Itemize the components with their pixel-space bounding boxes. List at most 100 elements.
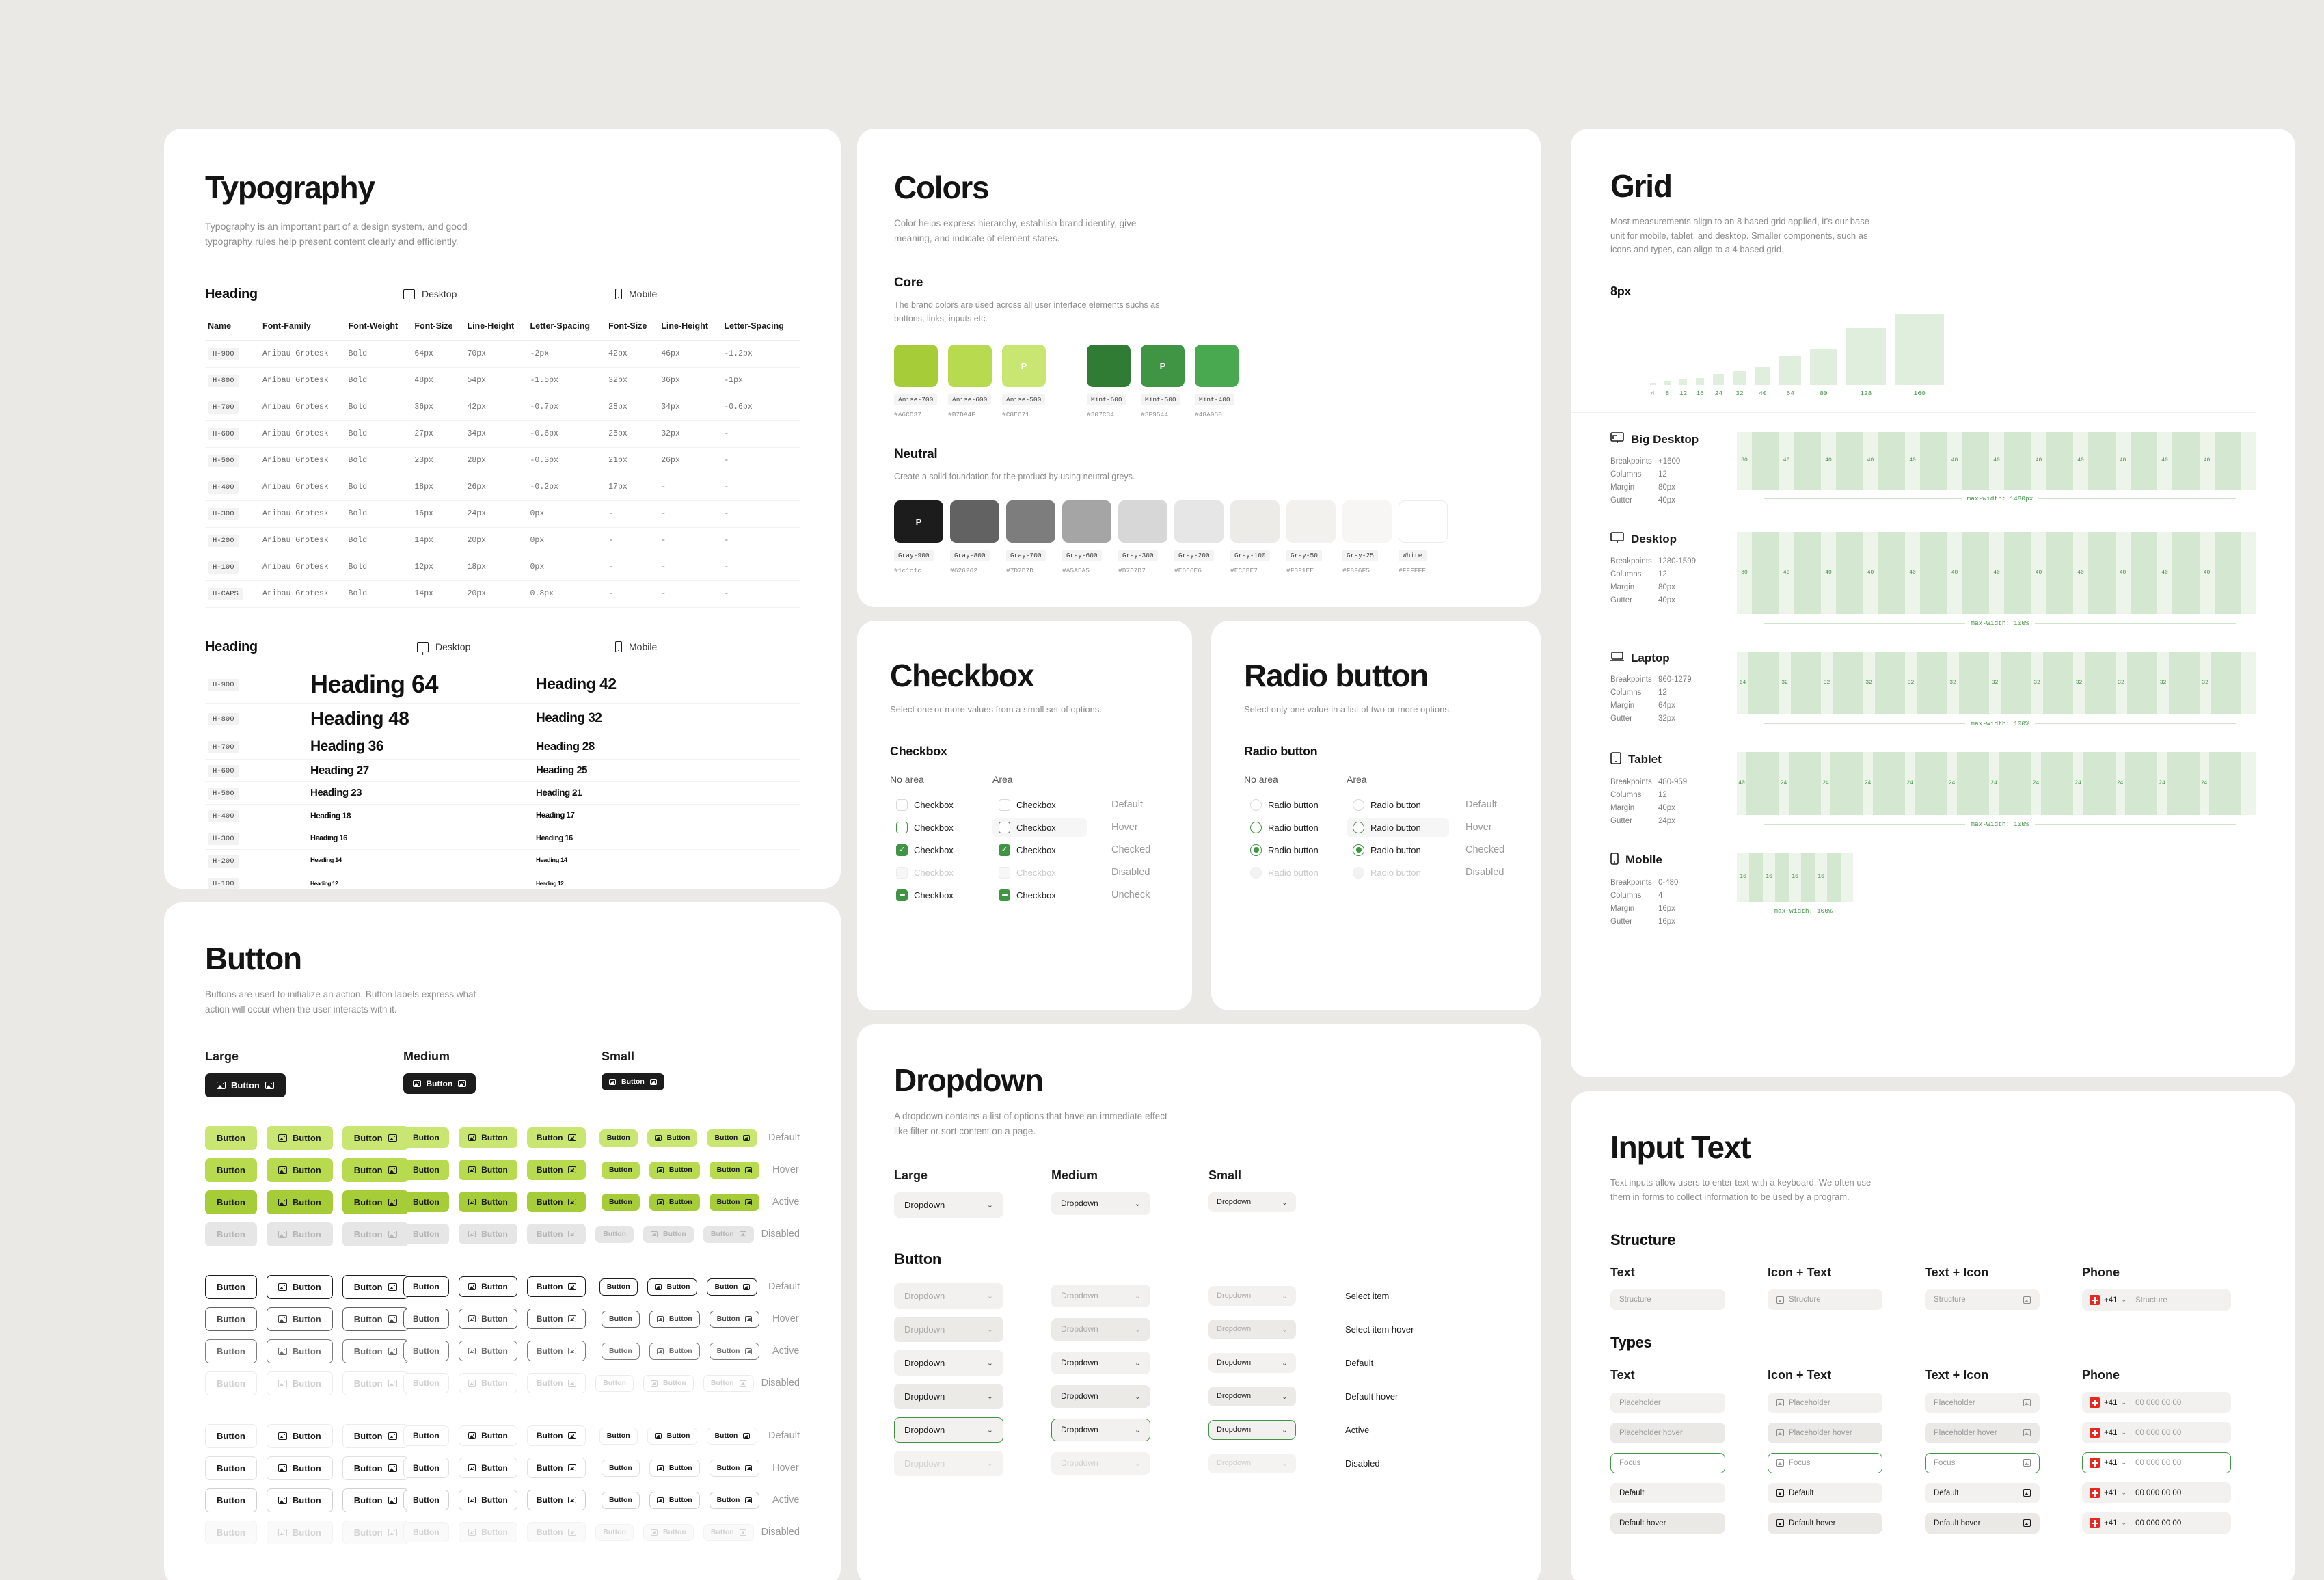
button-sample[interactable]: Button [595,1225,634,1243]
dropdown-select[interactable]: Dropdown ⌄ [1051,1317,1150,1341]
text-input[interactable]: Default hover [1768,1512,1882,1534]
button-sample[interactable]: Button [649,1459,700,1477]
button-sample[interactable]: Button [205,1520,257,1544]
checkbox-input[interactable] [896,821,908,833]
button-sample[interactable]: Button [403,1490,449,1511]
checkbox-input[interactable] [896,799,908,811]
radio-input[interactable] [1250,799,1262,811]
button-sample[interactable]: Button [458,1458,517,1479]
button-sample[interactable]: Button [526,1160,586,1181]
button-sample[interactable]: Button [342,1307,409,1331]
text-input[interactable]: Focus [1768,1452,1882,1473]
text-input[interactable]: Placeholder [1925,1392,2040,1413]
button-sample[interactable]: Button [647,1129,698,1147]
button-sample[interactable]: Button [526,1224,586,1245]
dropdown-select[interactable]: Dropdown ⌄ [1208,1419,1296,1440]
button-sample[interactable]: Button [526,1309,586,1330]
button-sample[interactable]: Button [599,1278,638,1296]
button-sample[interactable]: Button [602,1491,640,1509]
text-input[interactable]: Default [1768,1482,1882,1503]
color-swatch[interactable] [1342,500,1392,544]
dropdown-select[interactable]: Dropdown ⌄ [1208,1285,1296,1306]
radio-option[interactable]: Radio button [1347,818,1449,837]
text-input[interactable]: Placeholder hover [1925,1422,2040,1443]
phone-input[interactable]: +41 ⌄ 00 000 00 00 [2082,1452,2231,1474]
checkbox-option[interactable]: Checkbox [992,886,1087,905]
color-swatch[interactable] [950,500,999,544]
button-sample[interactable]: Button [458,1309,517,1330]
button-sample[interactable]: Button [266,1190,333,1214]
button-sample[interactable]: Button [266,1339,333,1363]
button-sample[interactable]: Button [403,1224,449,1245]
button-sample[interactable]: Button [205,1190,257,1214]
checkbox-option[interactable]: Checkbox [992,818,1087,837]
button-sample[interactable]: Button [709,1310,760,1328]
button-sample[interactable]: Button [703,1374,754,1392]
dropdown-select[interactable]: Dropdown ⌄ [1208,1352,1296,1373]
button-sample[interactable]: Button [266,1222,333,1246]
dropdown-select[interactable]: Dropdown ⌄ [1051,1384,1150,1408]
button-sample[interactable]: Button [602,1073,664,1090]
checkbox-input[interactable] [999,866,1010,879]
button-sample[interactable]: Button [205,1274,257,1299]
button-sample[interactable]: Button [458,1522,517,1543]
radio-input[interactable] [1353,844,1364,856]
text-input[interactable]: Structure [1610,1289,1725,1311]
text-input[interactable]: Structure [1925,1289,2040,1311]
button-sample[interactable]: Button [703,1225,754,1243]
button-sample[interactable]: Button [458,1276,517,1298]
button-sample[interactable]: Button [458,1224,517,1245]
button-sample[interactable]: Button [342,1456,409,1480]
button-sample[interactable]: Button [599,1427,638,1445]
button-sample[interactable]: Button [342,1339,409,1363]
checkbox-option[interactable]: Checkbox [890,818,984,837]
button-sample[interactable]: Button [526,1341,586,1362]
button-sample[interactable]: Button [458,1490,517,1511]
button-sample[interactable]: Button [403,1373,449,1394]
radio-input[interactable] [1353,821,1364,833]
dropdown-select[interactable]: Dropdown ⌄ [1051,1451,1150,1475]
checkbox-option[interactable]: Checkbox [890,886,984,905]
button-sample[interactable]: Button [707,1278,758,1296]
button-sample[interactable]: Button [342,1274,409,1299]
dropdown-select[interactable]: Dropdown ⌄ [1208,1319,1296,1339]
text-input[interactable]: Default hover [1925,1512,2040,1534]
dropdown-select[interactable]: Dropdown ⌄ [894,1417,1003,1443]
button-sample[interactable]: Button [643,1523,694,1541]
button-sample[interactable]: Button [526,1127,586,1149]
dropdown-select[interactable]: Dropdown ⌄ [1208,1453,1296,1473]
button-sample[interactable]: Button [526,1192,586,1213]
radio-input[interactable] [1353,799,1364,811]
button-sample[interactable]: Button [266,1157,333,1182]
button-sample[interactable]: Button [205,1339,257,1363]
button-sample[interactable]: Button [403,1309,449,1330]
color-swatch[interactable]: P [1141,345,1185,388]
color-swatch[interactable] [894,345,938,388]
button-sample[interactable]: Button [205,1307,257,1331]
button-sample[interactable]: Button [649,1491,700,1509]
text-input[interactable]: Default hover [1610,1512,1725,1534]
button-sample[interactable]: Button [342,1371,409,1395]
button-sample[interactable]: Button [709,1459,760,1477]
text-input[interactable]: Focus [1610,1452,1725,1473]
button-sample[interactable]: Button [649,1193,700,1211]
button-sample[interactable]: Button [526,1425,586,1447]
button-sample[interactable]: Button [602,1193,640,1211]
button-sample[interactable]: Button [599,1129,638,1147]
checkbox-input[interactable] [896,866,908,879]
dropdown-select[interactable]: Dropdown ⌄ [894,1350,1003,1376]
button-sample[interactable]: Button [342,1520,409,1544]
button-sample[interactable]: Button [403,1522,449,1543]
button-sample[interactable]: Button [709,1491,760,1509]
checkbox-input[interactable] [999,799,1010,811]
color-swatch[interactable] [1118,500,1167,544]
button-sample[interactable]: Button [602,1342,640,1360]
color-swatch[interactable] [1174,500,1224,544]
checkbox-option[interactable]: Checkbox [992,863,1087,882]
phone-input[interactable]: +41 ⌄ 00 000 00 00 [2082,1512,2231,1534]
button-sample[interactable]: Button [403,1458,449,1479]
button-sample[interactable]: Button [403,1073,476,1094]
phone-input[interactable]: +41 ⌄ 00 000 00 00 [2082,1482,2231,1504]
dropdown-select[interactable]: Dropdown ⌄ [1051,1284,1150,1307]
checkbox-option[interactable]: ✓ Checkbox [890,841,984,859]
